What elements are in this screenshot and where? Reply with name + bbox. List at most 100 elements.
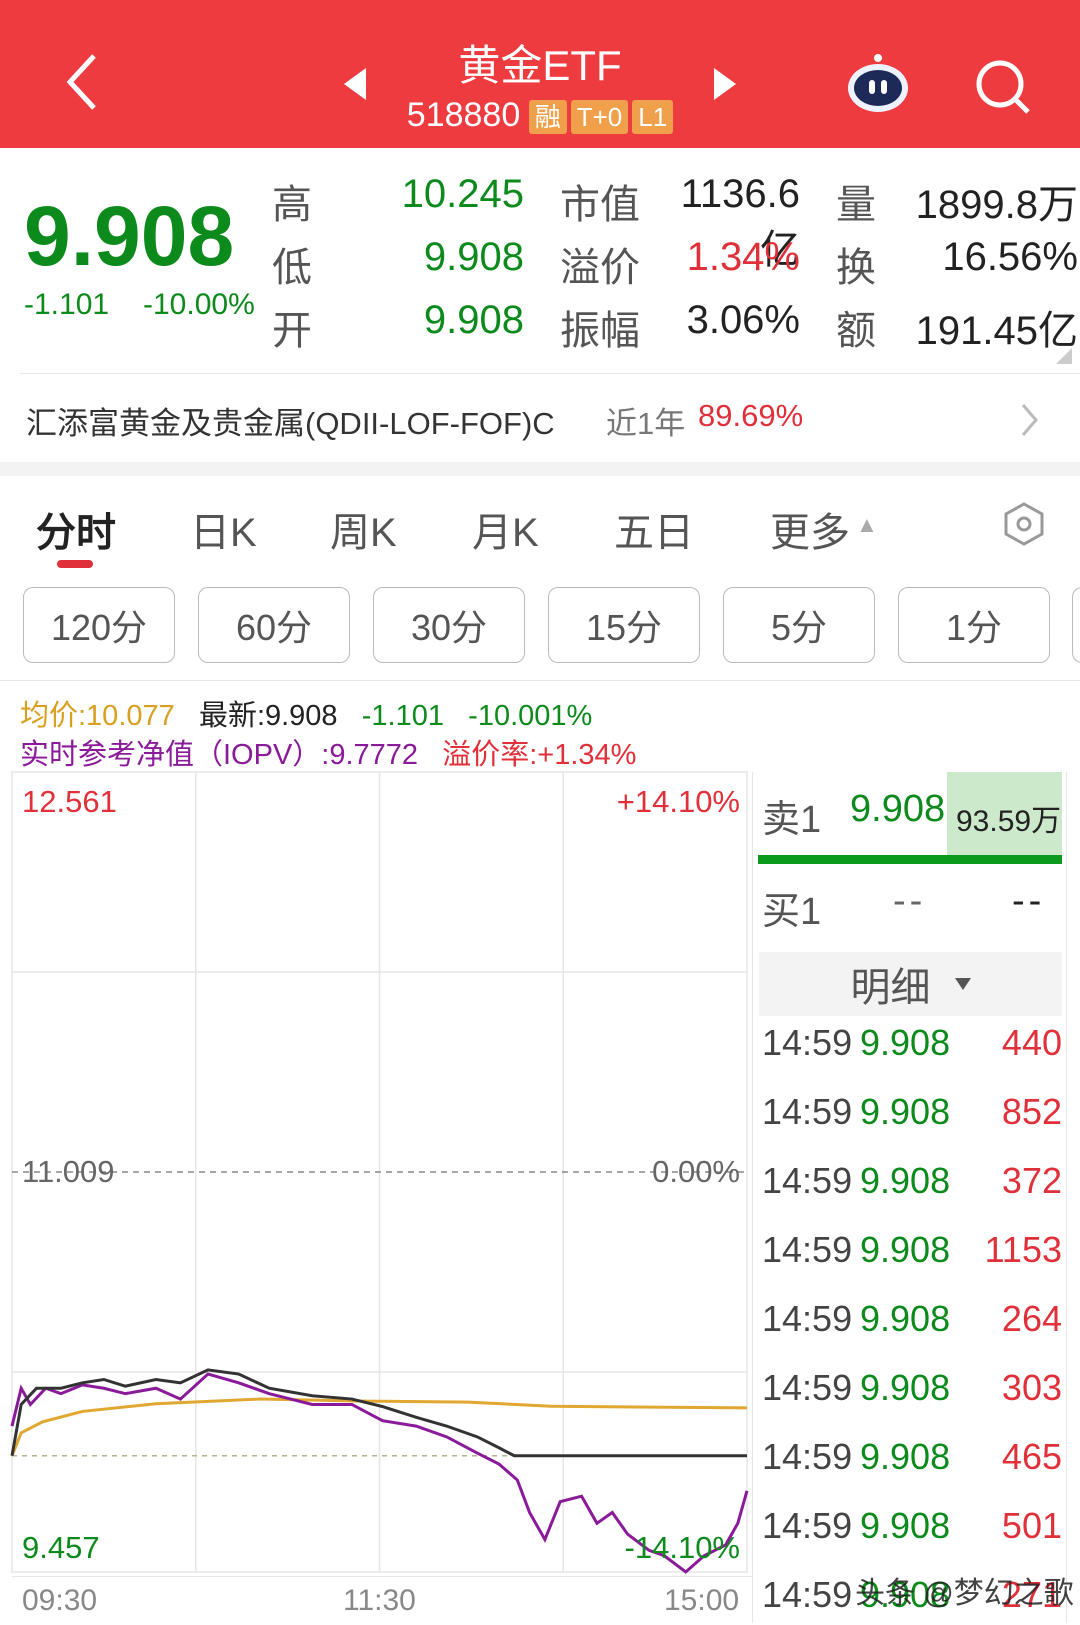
trade-time: 14:59 [762,1367,853,1408]
trade-price: 9.908 [860,1160,951,1201]
buy1-volume: -- [1012,880,1046,922]
stat-value: 9.908 [423,235,524,279]
y-tick-mid: 11.009 [22,1154,115,1189]
t0-badge: T+0 [570,100,629,134]
trade-time: 14:59 [762,1091,853,1132]
trade-volume: 501 [1001,1505,1062,1546]
divider [20,373,1080,374]
related-fund-row[interactable]: 汇添富黄金及贵金属(QDII-LOF-FOF)C 近1年 89.69% [0,380,1080,456]
trade-row: 14:59 9.908 372 [762,1151,1062,1211]
trade-volume: 264 [1001,1298,1062,1339]
chart-info-line-1: 均价:10.077 最新:9.908 -1.101 -10.001% [20,692,592,734]
stat-label: 额 [836,309,876,353]
chevron-right-icon [1021,404,1038,436]
latest-change-pct: -10.001% [468,700,593,732]
trade-price: 9.908 [860,1229,951,1270]
trade-volume: 465 [1001,1436,1062,1477]
latest-change: -1.101 [361,700,444,732]
tab-1[interactable]: 日K [190,500,257,558]
stat-label: 换 [836,246,876,290]
period-button-5分[interactable]: 5分 [723,587,875,663]
trade-time: 14:59 [762,1229,853,1270]
trade-row: 14:59 9.908 440 [762,1013,1062,1073]
period-button-15分[interactable]: 15分 [548,587,700,663]
stat-label: 量 [836,183,876,227]
stat-value: 16.56% [942,235,1078,279]
caret-up-icon: ▲ [856,512,878,537]
settings-hexagon-icon[interactable] [1002,502,1046,546]
fund-period: 近1年 [606,406,686,441]
price-change: -1.101 [24,288,110,321]
tab-5[interactable]: 更多 [770,500,850,558]
search-icon[interactable] [974,58,1034,118]
period-button-30分[interactable]: 30分 [373,587,525,663]
trade-row: 14:59 9.908 264 [762,1289,1062,1349]
trade-price: 9.908 [860,1505,951,1546]
period-button-120分[interactable]: 120分 [23,587,175,663]
detail-label: 明细 [850,966,931,1010]
tab-0[interactable]: 分时 [36,500,116,558]
prev-stock-icon[interactable] [342,66,368,102]
trade-time: 14:59 [762,1436,853,1477]
trade-volume: 440 [1001,1022,1062,1063]
fund-return: 89.69% [698,398,804,433]
trade-volume: 372 [1001,1160,1062,1201]
period-button-1分[interactable]: 1分 [898,587,1050,663]
chart-info-line-2: 实时参考净值（IOPV）:9.7772 溢价率:+1.34% [20,731,636,773]
y-tick-top: 12.561 [22,784,117,819]
price-change-pct: -10.00% [143,288,255,321]
trade-volume: 303 [1001,1367,1062,1408]
panel-divider [1066,772,1067,1623]
trade-time: 14:59 [762,1022,853,1063]
caret-down-icon [954,978,971,990]
x-tick-mid: 11:30 [343,1584,416,1617]
trade-price: 9.908 [860,1436,951,1477]
detail-dropdown[interactable]: 明细 [759,952,1062,1016]
tab-3[interactable]: 月K [472,500,539,558]
robot-assistant-icon[interactable] [845,50,911,116]
latest-price: 最新:9.908 [198,700,338,732]
margin-badge: 融 [528,100,567,134]
level-badge: L1 [632,100,674,134]
fund-name: 汇添富黄金及贵金属(QDII-LOF-FOF)C [26,406,555,441]
watermark: 头条 @梦幻之歌 [855,1577,1074,1610]
panel-divider [752,772,753,1623]
buy1-price: -- [893,880,927,922]
intraday-chart[interactable] [10,771,752,1574]
tab-2[interactable]: 周K [330,500,397,558]
page-title: 黄金ETF [458,42,622,89]
tab-4[interactable]: 五日 [614,500,694,558]
expand-corner-icon[interactable] [1056,348,1072,364]
sell1-price: 9.908 [850,788,946,830]
back-icon[interactable] [62,52,102,112]
stat-label: 振幅 [560,309,640,353]
trade-time: 14:59 [762,1298,853,1339]
trade-row: 14:59 9.908 465 [762,1427,1062,1487]
period-button-overflow[interactable] [1072,587,1080,663]
trade-row: 14:59 9.908 1153 [762,1220,1062,1280]
sell1-label: 卖1 [762,799,822,841]
stat-value: 10.245 [401,172,524,216]
stat-label: 低 [272,246,312,290]
iopv-value: 实时参考净值（IOPV）:9.7772 [20,739,419,771]
trade-price: 9.908 [860,1022,951,1063]
bid-ask-divider [758,855,1062,864]
trade-row: 14:59 9.908 501 [762,1496,1062,1556]
trade-row: 14:59 9.908 303 [762,1358,1062,1418]
header-bar: 黄金ETF 518880 融 T+0 L1 [0,0,1080,148]
active-tab-indicator [57,560,93,568]
trade-time: 14:59 [762,1505,853,1546]
divider [0,680,1080,681]
stat-value: 1.34% [686,235,800,279]
stat-label: 高 [272,183,312,227]
period-button-60分[interactable]: 60分 [198,587,350,663]
trade-volume: 1153 [984,1229,1062,1270]
stat-label: 溢价 [560,246,640,290]
next-stock-icon[interactable] [712,66,738,102]
stat-label: 开 [272,309,312,353]
premium-rate: 溢价率:+1.34% [442,739,637,771]
stat-value: 191.45亿 [915,309,1078,353]
stock-code: 518880 [406,96,521,134]
avg-price: 均价:10.077 [20,700,175,732]
pct-tick-top: +14.10% [616,784,740,819]
